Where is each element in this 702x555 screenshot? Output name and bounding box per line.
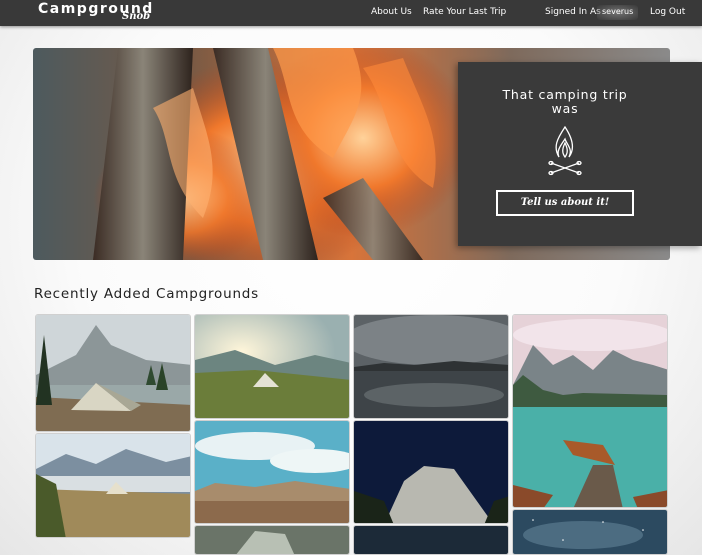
campground-photo-rocks[interactable] [194,525,350,555]
nav-about-link[interactable]: About Us [371,7,412,17]
section-title: Recently Added Campgrounds [34,286,260,302]
tell-us-button[interactable]: Tell us about it! [496,190,634,216]
campground-photo-starry-sky[interactable] [512,509,668,555]
signed-in-label: Signed In As [545,7,601,17]
campground-photo-sunrise-meadow[interactable] [194,314,350,419]
cta-text: That camping trip was [502,87,628,116]
brand-script: Snob [122,11,151,22]
campground-photo-cloudy-lake[interactable] [353,314,509,419]
brand-logo[interactable]: Campground Snob [38,0,153,26]
campground-photo-tent-lake[interactable] [35,314,191,432]
campground-photo-tent-hills[interactable] [35,433,191,538]
cta-panel: That camping trip was Tell us about it! [458,62,702,246]
campground-photo-mountain-lake-dock[interactable] [512,314,668,508]
username-badge[interactable]: severus [597,5,639,20]
navbar: Campground Snob About Us Rate Your Last … [0,0,702,26]
nav-logout-link[interactable]: Log Out [650,7,685,17]
campfire-icon [547,125,583,181]
campground-photo-el-capitan[interactable] [353,420,509,524]
campground-photo-badlands[interactable] [194,420,350,524]
campground-photo-forest-night[interactable] [353,525,509,555]
nav-rate-trip-link[interactable]: Rate Your Last Trip [423,7,506,17]
